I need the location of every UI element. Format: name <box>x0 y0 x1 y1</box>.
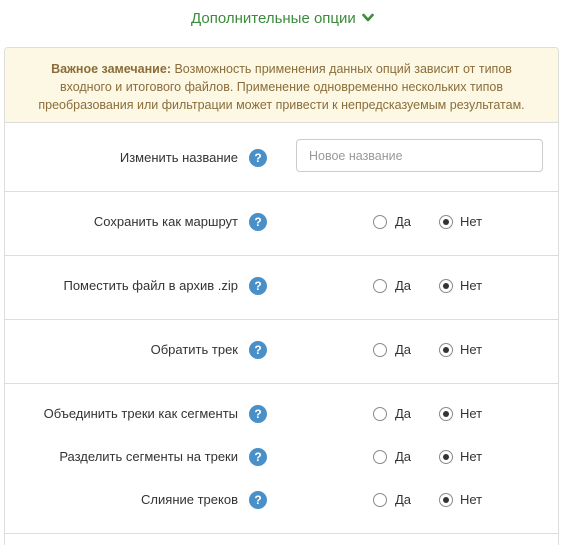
zip-archive-no-radio[interactable] <box>439 279 453 293</box>
options-panel: Важное замечание: Возможность применения… <box>4 47 559 545</box>
no-label: Нет <box>460 449 483 464</box>
yes-label: Да <box>395 214 412 229</box>
help-icon[interactable]: ? <box>249 448 267 466</box>
reverse-track-label: Обратить трек <box>150 342 238 357</box>
advanced-options-label: Дополнительные опции <box>191 10 356 27</box>
help-icon[interactable]: ? <box>249 149 267 167</box>
split-segments-no-radio[interactable] <box>439 450 453 464</box>
help-icon[interactable]: ? <box>249 405 267 423</box>
no-label: Нет <box>460 406 483 421</box>
help-icon[interactable]: ? <box>249 341 267 359</box>
rename-label: Изменить название <box>119 150 238 165</box>
save-as-route-label: Сохранить как маршрут <box>93 214 238 229</box>
divider <box>5 191 558 192</box>
reverse-track-no-radio[interactable] <box>439 343 453 357</box>
yes-label: Да <box>395 278 412 293</box>
merge-as-segments-yes-radio[interactable] <box>373 407 387 421</box>
new-name-input[interactable] <box>296 139 543 172</box>
merge-as-segments-no-radio[interactable] <box>439 407 453 421</box>
help-icon[interactable]: ? <box>249 277 267 295</box>
yes-label: Да <box>395 406 412 421</box>
reverse-track-yes-radio[interactable] <box>373 343 387 357</box>
merge-tracks-label: Слияние треков <box>141 492 238 507</box>
divider <box>5 255 558 256</box>
yes-label: Да <box>395 449 412 464</box>
notice-title: Важное замечание: <box>51 62 171 76</box>
merge-tracks-no-radio[interactable] <box>439 493 453 507</box>
no-label: Нет <box>460 492 483 507</box>
divider <box>5 533 558 534</box>
no-label: Нет <box>460 214 483 229</box>
zip-archive-yes-radio[interactable] <box>373 279 387 293</box>
save-as-route-no-radio[interactable] <box>439 215 453 229</box>
advanced-options-toggle[interactable]: Дополнительные опции <box>0 8 565 30</box>
no-label: Нет <box>460 278 483 293</box>
split-segments-yes-radio[interactable] <box>373 450 387 464</box>
chevron-down-icon <box>362 8 374 30</box>
no-label: Нет <box>460 342 483 357</box>
help-icon[interactable]: ? <box>249 491 267 509</box>
merge-tracks-yes-radio[interactable] <box>373 493 387 507</box>
important-notice: Важное замечание: Возможность применения… <box>5 48 558 123</box>
merge-as-segments-label: Объединить треки как сегменты <box>43 406 238 421</box>
divider <box>5 319 558 320</box>
help-icon[interactable]: ? <box>249 213 267 231</box>
divider <box>5 383 558 384</box>
save-as-route-yes-radio[interactable] <box>373 215 387 229</box>
split-segments-label: Разделить сегменты на треки <box>59 449 238 464</box>
yes-label: Да <box>395 492 412 507</box>
zip-archive-label: Поместить файл в архив .zip <box>63 278 238 293</box>
yes-label: Да <box>395 342 412 357</box>
